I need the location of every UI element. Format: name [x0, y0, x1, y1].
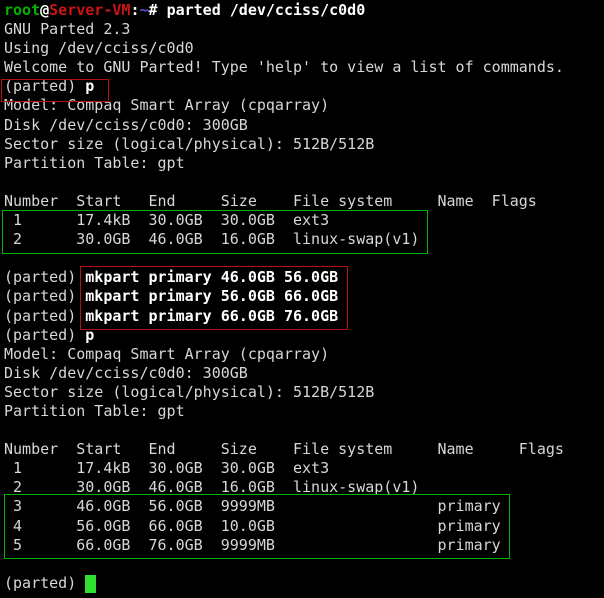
terminal-text-segment: Disk /dev/cciss/c0d0: 300GB — [4, 115, 248, 134]
terminal-text-segment: @ — [40, 1, 50, 19]
terminal-text-segment: GNU Parted 2.3 — [4, 20, 131, 39]
terminal-text-segment: mkpart primary 56.0GB 66.0GB — [85, 287, 339, 306]
terminal-text-segment: 1 17.4kB 30.0GB 30.0GB ext3 — [4, 211, 330, 230]
terminal-line: Model: Compaq Smart Array (cpqarray) — [4, 345, 604, 364]
terminal-line: root@Server-VM:~# parted /dev/cciss/c0d0 — [4, 1, 604, 20]
terminal-text-segment: (parted) — [4, 268, 86, 287]
terminal-text-segment: 4 56.0GB 66.0GB 10.0GB primary — [4, 516, 501, 535]
terminal-text-segment: 2 30.0GB 46.0GB 16.0GB linux-swap(v1) — [4, 230, 420, 249]
terminal-text-segment: mkpart primary 46.0GB 56.0GB — [85, 268, 339, 287]
terminal-text-segment: Server-VM — [49, 1, 131, 19]
terminal-line: Partition Table: gpt — [4, 402, 604, 421]
terminal-line: (parted) p — [4, 326, 604, 345]
terminal-line: (parted) p — [4, 77, 604, 96]
terminal-text-segment: 3 46.0GB 56.0GB 9999MB primary — [4, 497, 501, 516]
terminal-window[interactable]: root@Server-VM:~# parted /dev/cciss/c0d0… — [0, 0, 604, 598]
terminal-text-segment: root — [4, 1, 41, 19]
terminal-output: root@Server-VM:~# parted /dev/cciss/c0d0… — [4, 1, 604, 593]
terminal-text-segment: Partition Table: gpt — [4, 401, 185, 420]
terminal-line: Number Start End Size File system Name F… — [4, 440, 604, 459]
terminal-text-segment: p — [85, 325, 95, 344]
terminal-text-segment: parted /dev/cciss/c0d0 — [166, 1, 366, 19]
terminal-line: Welcome to GNU Parted! Type 'help' to vi… — [4, 58, 604, 77]
terminal-text-segment: (parted) — [4, 77, 86, 96]
terminal-line: Sector size (logical/physical): 512B/512… — [4, 383, 604, 402]
terminal-text-segment: (parted) — [4, 287, 86, 306]
terminal-text-segment: (parted) — [4, 306, 86, 325]
terminal-text-segment: Welcome to GNU Parted! Type 'help' to vi… — [4, 58, 564, 77]
terminal-line: GNU Parted 2.3 — [4, 20, 604, 39]
terminal-text-segment: p — [85, 77, 95, 96]
terminal-text-segment: Model: Compaq Smart Array (cpqarray) — [4, 344, 330, 363]
terminal-line: Sector size (logical/physical): 512B/512… — [4, 135, 604, 154]
terminal-line: Model: Compaq Smart Array (cpqarray) — [4, 96, 604, 115]
terminal-line: 2 30.0GB 46.0GB 16.0GB linux-swap(v1) — [4, 478, 604, 497]
terminal-text-segment: Using /dev/cciss/c0d0 — [4, 39, 194, 58]
terminal-text-segment: ~ — [139, 1, 149, 19]
terminal-text-segment: Number Start End Size File system Name F… — [4, 440, 564, 459]
terminal-line: Disk /dev/cciss/c0d0: 300GB — [4, 364, 604, 383]
terminal-line: Partition Table: gpt — [4, 154, 604, 173]
terminal-line: 2 30.0GB 46.0GB 16.0GB linux-swap(v1) — [4, 230, 604, 249]
terminal-text-segment: (parted) — [4, 325, 86, 344]
terminal-line: (parted) mkpart primary 46.0GB 56.0GB — [4, 268, 604, 287]
terminal-text-segment: 5 66.0GB 76.0GB 9999MB primary — [4, 535, 501, 554]
terminal-text-segment: mkpart primary 66.0GB 76.0GB — [85, 306, 339, 325]
terminal-text-segment: Sector size (logical/physical): 512B/512… — [4, 134, 375, 153]
terminal-text-segment: Sector size (logical/physical): 512B/512… — [4, 382, 375, 401]
terminal-text-segment: (parted) — [4, 573, 86, 592]
terminal-line: 5 66.0GB 76.0GB 9999MB primary — [4, 536, 604, 555]
terminal-text-segment: 2 30.0GB 46.0GB 16.0GB linux-swap(v1) — [4, 478, 420, 497]
terminal-line: Disk /dev/cciss/c0d0: 300GB — [4, 116, 604, 135]
terminal-text-segment: Partition Table: gpt — [4, 153, 185, 172]
terminal-line: Using /dev/cciss/c0d0 — [4, 39, 604, 58]
terminal-text-segment: Model: Compaq Smart Array (cpqarray) — [4, 96, 330, 115]
terminal-line: (parted) mkpart primary 56.0GB 66.0GB — [4, 287, 604, 306]
terminal-line: 1 17.4kB 30.0GB 30.0GB ext3 — [4, 459, 604, 478]
terminal-line: 4 56.0GB 66.0GB 10.0GB primary — [4, 517, 604, 536]
terminal-text-segment: 1 17.4kB 30.0GB 30.0GB ext3 — [4, 459, 330, 478]
terminal-line: Number Start End Size File system Name F… — [4, 192, 604, 211]
terminal-text-segment: Number Start End Size File system Name F… — [4, 191, 537, 210]
terminal-line: 3 46.0GB 56.0GB 9999MB primary — [4, 497, 604, 516]
terminal-line: 1 17.4kB 30.0GB 30.0GB ext3 — [4, 211, 604, 230]
terminal-line: (parted) mkpart primary 66.0GB 76.0GB — [4, 307, 604, 326]
terminal-cursor — [85, 575, 96, 593]
terminal-text-segment: Disk /dev/cciss/c0d0: 300GB — [4, 363, 248, 382]
terminal-text-segment: # — [148, 1, 167, 19]
